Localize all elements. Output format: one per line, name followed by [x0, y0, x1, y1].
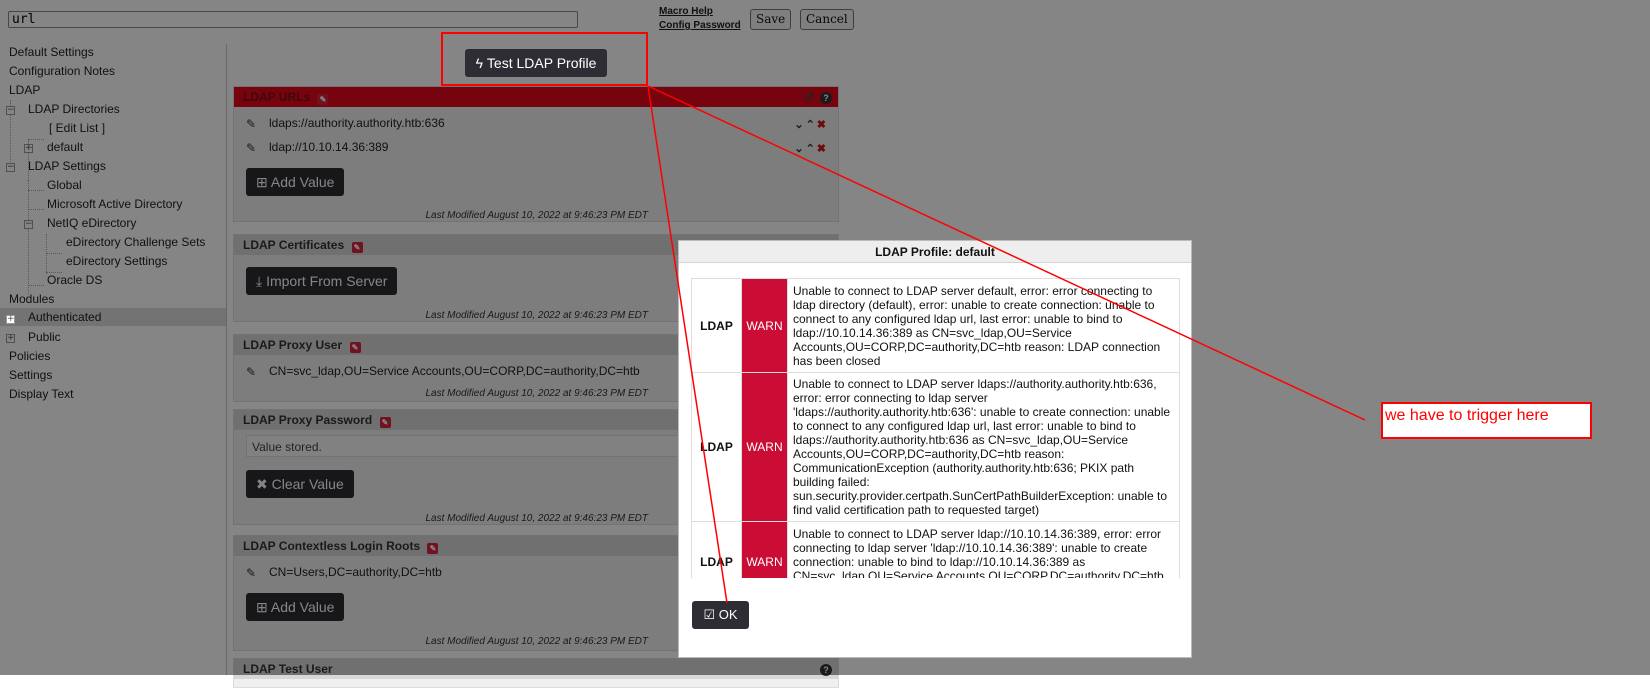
annotation-line: [647, 85, 1366, 421]
annotation-line: [647, 85, 728, 604]
annotation-callout: we have to trigger here: [1381, 402, 1592, 439]
expand-icon[interactable]: +: [6, 315, 15, 324]
annotation-arrows: [647, 85, 1366, 604]
